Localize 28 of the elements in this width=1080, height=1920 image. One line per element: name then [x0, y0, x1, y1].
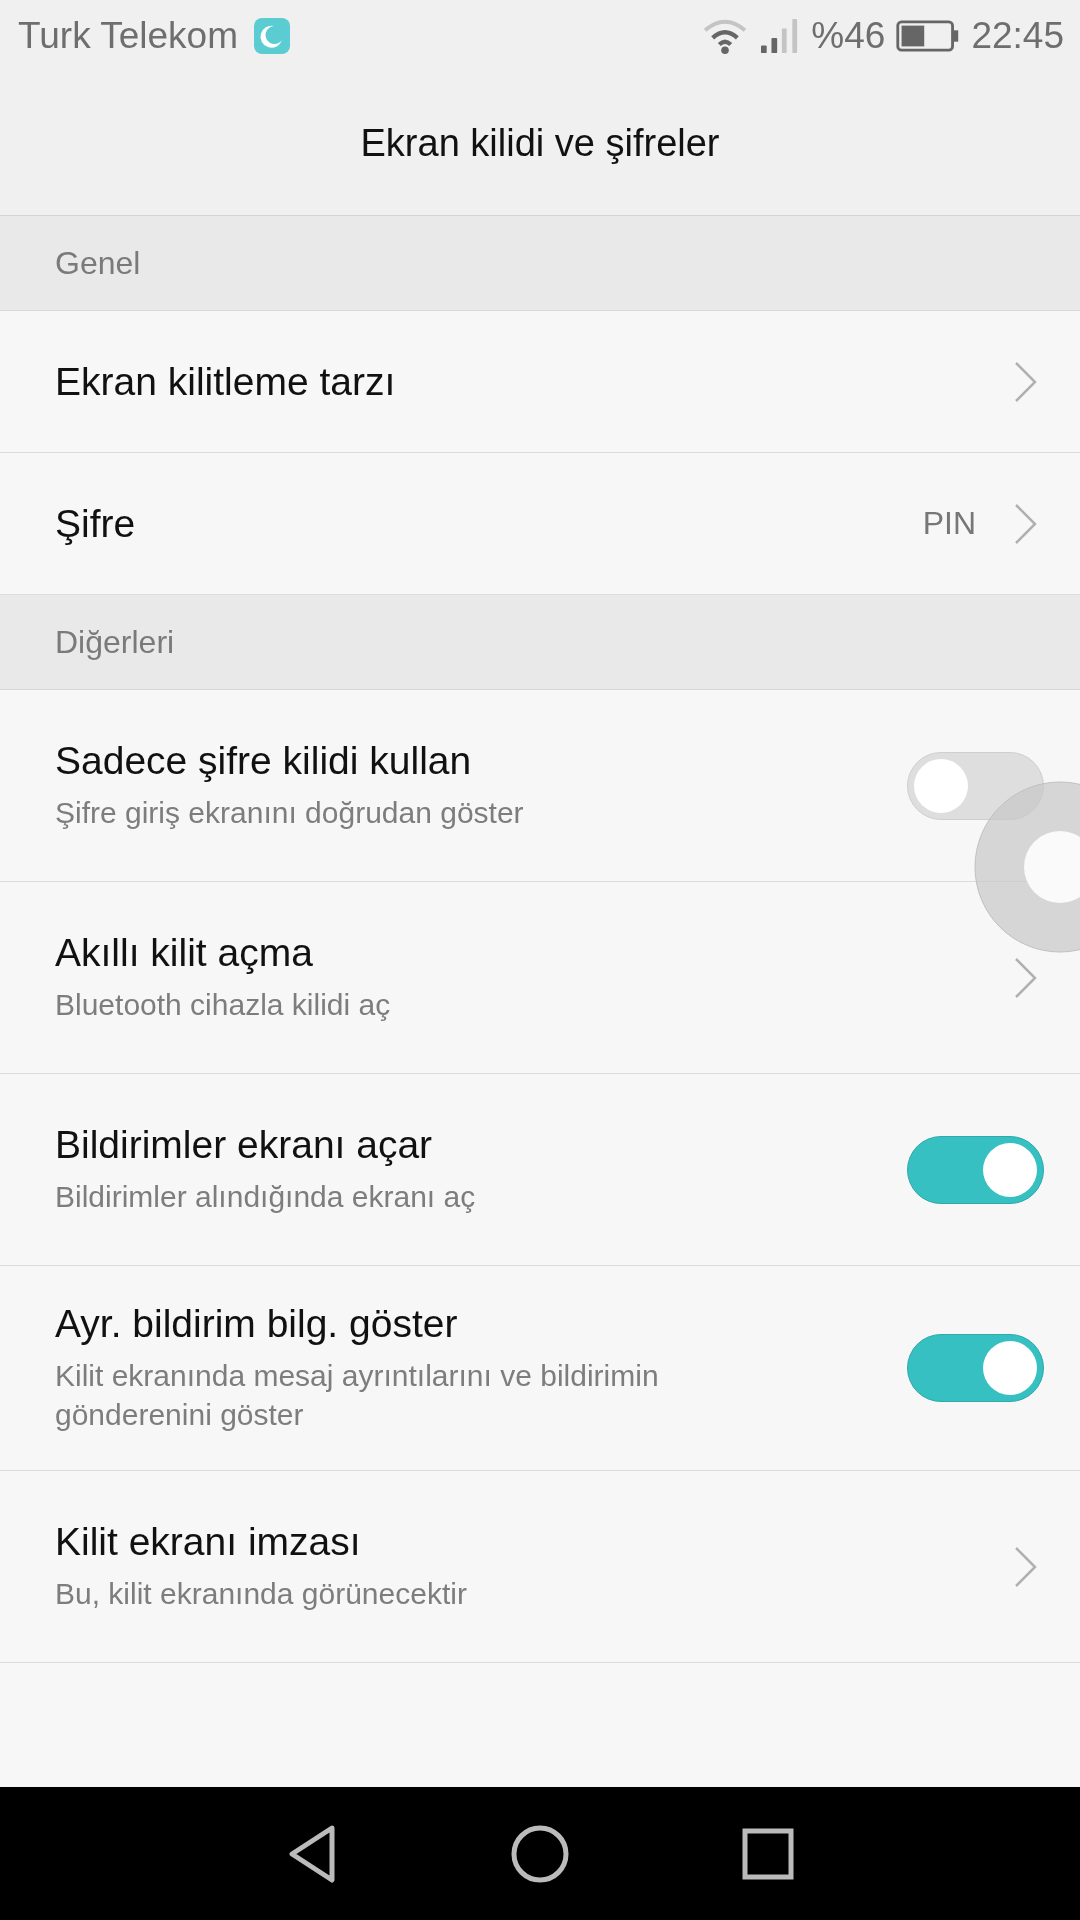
setting-title: Ayr. bildirim bilg. göster [55, 1302, 459, 1346]
setting-description: Şifre giriş ekranını doğrudan göster [55, 795, 525, 831]
clock-time: 22:45 [971, 15, 1064, 57]
page-title: Ekran kilidi ve şifreler [360, 122, 720, 165]
setting-description: Bluetooth cihazla kilidi aç [55, 987, 392, 1023]
chevron-right-icon [1014, 956, 1038, 999]
setting-title: Şifre [55, 501, 137, 546]
recent-apps-icon[interactable] [742, 1827, 794, 1880]
setting-title: Bildirimler ekranı açar [55, 1123, 434, 1167]
assistive-touch-menu[interactable] [974, 781, 1080, 953]
back-icon[interactable] [286, 1823, 338, 1884]
setting-title: Akıllı kilit açma [55, 931, 314, 975]
chevron-right-icon [1014, 1545, 1038, 1588]
battery-percentage: %46 [811, 15, 886, 57]
setting-title: Ekran kilitleme tarzı [55, 359, 397, 404]
setting-title: Sadece şifre kilidi kullan [55, 739, 473, 783]
carrier-name: Turk Telekom [18, 15, 238, 57]
section-header: Diğerleri [55, 623, 175, 661]
setting-description: Bildirimler alındığında ekranı aç [55, 1179, 477, 1215]
setting-value: PIN [922, 505, 976, 542]
chevron-right-icon [1014, 360, 1038, 403]
setting-description: Bu, kilit ekranında görünecektir [55, 1576, 468, 1612]
chevron-right-icon [1014, 502, 1038, 545]
setting-title: Kilit ekranı imzası [55, 1520, 362, 1564]
section-header: Genel [55, 244, 141, 282]
moon-icon [254, 18, 290, 54]
setting-description: Kilit ekranında mesaj ayrıntılarını ve bildirimin gönderenini göster [55, 1358, 660, 1433]
home-icon[interactable] [510, 1823, 570, 1884]
